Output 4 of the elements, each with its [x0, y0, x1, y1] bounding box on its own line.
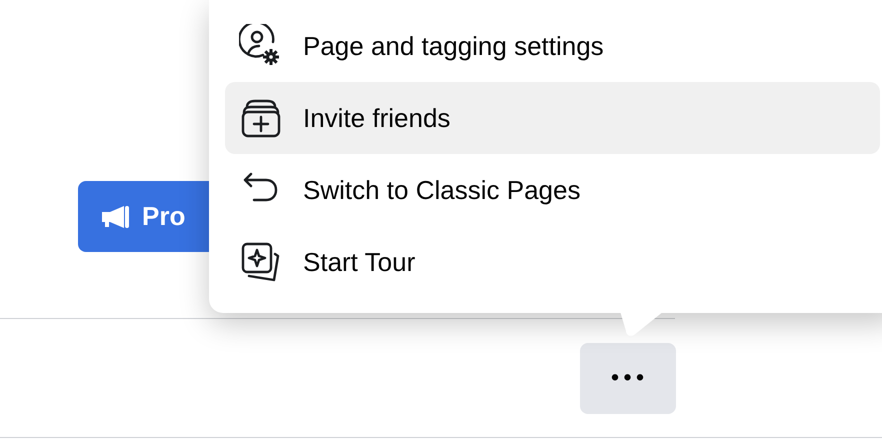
megaphone-icon — [100, 204, 130, 228]
more-button[interactable]: ••• — [580, 343, 676, 414]
menu-item[interactable]: Invite friends — [225, 82, 880, 154]
menu-item[interactable]: Page and tagging settings — [225, 10, 880, 82]
